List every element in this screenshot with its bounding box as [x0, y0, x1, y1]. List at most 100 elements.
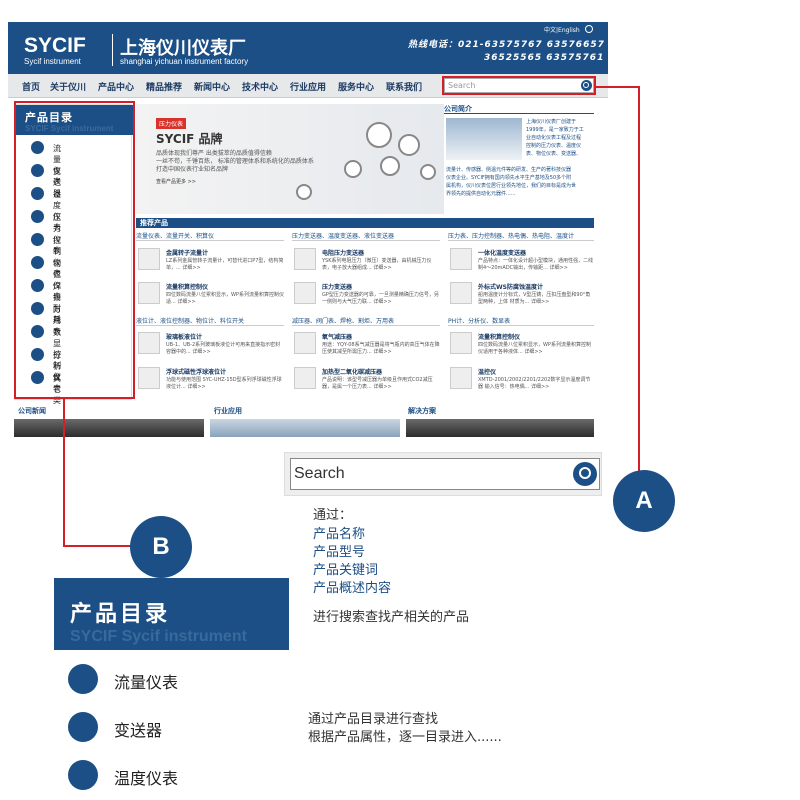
- search-option: 产品名称: [313, 527, 366, 542]
- product-group[interactable]: 流量仪表、流量开关、积算仪: [136, 231, 284, 241]
- nav-products[interactable]: 产品中心: [98, 80, 134, 93]
- search-by-label: 通过：: [313, 508, 353, 523]
- hotline: 热线电话：021-63575767 63576657: [408, 40, 605, 50]
- nav-service[interactable]: 服务中心: [338, 80, 374, 93]
- product-group[interactable]: 减压器、阀门表、焊枪、割炬、万用表: [292, 316, 440, 326]
- news-image[interactable]: [14, 419, 204, 437]
- product-title[interactable]: 流量积算控制仪: [478, 332, 520, 341]
- hotline-2: 36525565 63575761: [484, 53, 605, 63]
- banner-line: 打造中国仪表行业知名品牌: [156, 166, 229, 173]
- nav-contact[interactable]: 联系我们: [386, 80, 422, 93]
- nav-tech[interactable]: 技术中心: [242, 80, 278, 93]
- product-image[interactable]: [450, 282, 472, 304]
- industry-image[interactable]: [210, 419, 400, 437]
- language-switch[interactable]: 中文|English: [544, 25, 580, 34]
- product-image[interactable]: [294, 332, 316, 354]
- industry-heading[interactable]: 行业应用: [214, 406, 242, 416]
- product-desc: 四位数码流量八位累积显示，WP系列流量积算控制仪适用于各种液体... 详细>>: [478, 342, 591, 355]
- catalog-zoom-panel: 产品目录 SYCIF Sycif instrument 流量仪表 变送器 温度仪…: [54, 578, 289, 800]
- product-group[interactable]: PH计、分析仪、数显表: [448, 316, 594, 326]
- connector-line: [596, 86, 640, 88]
- company-text: 属机构，仪川仪表位居行业领先地位，我们的目标是成为世: [446, 183, 577, 189]
- connector-line: [63, 399, 65, 547]
- company-text[interactable]: 界领先的提供自动化元器件......: [446, 190, 516, 197]
- company-text: 控制的压力仪表、温度仪: [526, 143, 582, 149]
- product-title[interactable]: 温控仪: [478, 367, 496, 376]
- banner-more-link[interactable]: 查看产品更多 >>: [156, 178, 196, 185]
- catalog-zoom-header: 产品目录 SYCIF Sycif instrument: [54, 578, 289, 650]
- product-title[interactable]: 压力变送器: [322, 282, 352, 291]
- nav-featured[interactable]: 精品推荐: [146, 80, 182, 93]
- company-text: 上海仪川仪表厂创建于: [526, 119, 577, 125]
- product-title[interactable]: 加热型二氧化碳减压器: [322, 367, 382, 376]
- search-icon[interactable]: [573, 462, 597, 486]
- product-desc: XMTD-2001/2002/2201/2202数字显示温度调节器 输入信号：热…: [478, 377, 591, 390]
- product-desc: 产品特点：一体化设计超小型模块，通用性强，二线制4～20mADC输出，传输距..…: [478, 258, 594, 271]
- catalog-zoom-item[interactable]: 温度仪表: [114, 765, 178, 789]
- nav-industry[interactable]: 行业应用: [290, 80, 326, 93]
- banner-title: SYCIF 品牌: [156, 132, 223, 146]
- product-image[interactable]: [138, 248, 160, 270]
- product-image[interactable]: [294, 282, 316, 304]
- transmitter-image: [296, 184, 312, 200]
- product-group[interactable]: 液位计、液位控制器、物位计、料位开关: [136, 316, 284, 326]
- product-title[interactable]: 氧气减压器: [322, 332, 352, 341]
- connector-line: [63, 545, 135, 547]
- catalog-zoom-watermark: SYCIF Sycif instrument: [70, 628, 247, 645]
- nav-home[interactable]: 首页: [22, 80, 40, 93]
- product-group[interactable]: 压力表、压力控制器、热电偶、热电阻、温度计: [448, 231, 594, 241]
- search-option: 产品关键词: [313, 563, 379, 578]
- search-option: 产品型号: [313, 545, 366, 560]
- logo-cn-sub: shanghai yichuan instrument factory: [120, 57, 249, 66]
- catalog-zoom-item[interactable]: 变送器: [114, 717, 162, 741]
- nav-news[interactable]: 新闻中心: [194, 80, 230, 93]
- catalog-zoom-item[interactable]: 流量仪表: [114, 669, 178, 693]
- solutions-image[interactable]: [406, 419, 594, 437]
- company-text: 1999年，是一家致力于工: [526, 127, 584, 133]
- nav-about[interactable]: 关于仪川: [50, 80, 86, 93]
- callout-b-badge: B: [130, 516, 192, 578]
- product-title[interactable]: 金属转子流量计: [166, 248, 208, 257]
- product-title[interactable]: 电阻压力变送器: [322, 248, 364, 257]
- product-title[interactable]: 流量积算控制仪: [166, 282, 208, 291]
- news-heading[interactable]: 公司新闻: [18, 406, 46, 416]
- company-text: 表、物位仪表、变送器、: [526, 151, 582, 157]
- product-desc: UB-1、UB-2系列玻璃板液位计可用来直接指示密封容器中的... 详细>>: [166, 342, 281, 355]
- logo-en-sub: Sycif instrument: [24, 57, 81, 66]
- search-input-zoom[interactable]: Search: [290, 458, 600, 490]
- product-image[interactable]: [138, 282, 160, 304]
- product-title[interactable]: 浮球式磁性浮球液位计: [166, 367, 226, 376]
- logo-divider: [112, 34, 113, 66]
- catalog-zoom-title: 产品目录: [70, 602, 171, 627]
- product-image[interactable]: [450, 332, 472, 354]
- gauge-image: [380, 156, 400, 176]
- gauge-image: [398, 134, 420, 156]
- solutions-heading[interactable]: 解决方案: [408, 406, 436, 416]
- gauge-image: [344, 160, 362, 178]
- flow-meter-icon: [68, 664, 98, 694]
- product-image[interactable]: [450, 248, 472, 270]
- company-text: 业自动化仪表工程及过程: [526, 135, 582, 141]
- product-image[interactable]: [294, 367, 316, 389]
- product-image[interactable]: [450, 367, 472, 389]
- product-image[interactable]: [138, 332, 160, 354]
- search-description: 进行搜索查找产相关的产品: [313, 610, 470, 625]
- product-desc: LZ系列金属管转子流量计，可替代进口P7型，结构简单，... 详细>>: [166, 258, 284, 271]
- product-desc: 四位数码流量八位累积显示，WP系列流量积算控制仪适... 详细>>: [166, 292, 284, 305]
- product-title[interactable]: 玻璃板液位计: [166, 332, 202, 341]
- product-image[interactable]: [294, 248, 316, 270]
- logo-en[interactable]: SYCIF: [24, 34, 86, 58]
- callout-a-badge: A: [613, 470, 675, 532]
- product-title[interactable]: 外标式WS防腐蚀温度计: [478, 282, 543, 291]
- product-group[interactable]: 压力变送器、温度变送器、液位变送器: [292, 231, 440, 241]
- company-text: 仪表企业。SYCIF拥有国内领先水平生产基地及50多个附: [446, 175, 572, 181]
- product-desc: 产品说明：该型号减压器为单级且作用式CO2减压器，是属一个压力表... 详细>>: [322, 377, 433, 390]
- catalog-description: 根据产品属性，逐一目录进入......: [308, 730, 502, 745]
- search-highlight-box: [442, 76, 596, 95]
- search-option: 产品概述内容: [313, 581, 392, 596]
- product-title[interactable]: 一体化温度变送器: [478, 248, 526, 257]
- globe-icon: [585, 25, 593, 33]
- product-desc: 功能与使用范围 SYC-UHZ-15D型系列浮球磁性浮球液位计... 详细>>: [166, 377, 282, 390]
- factory-image: [446, 118, 522, 160]
- product-image[interactable]: [138, 367, 160, 389]
